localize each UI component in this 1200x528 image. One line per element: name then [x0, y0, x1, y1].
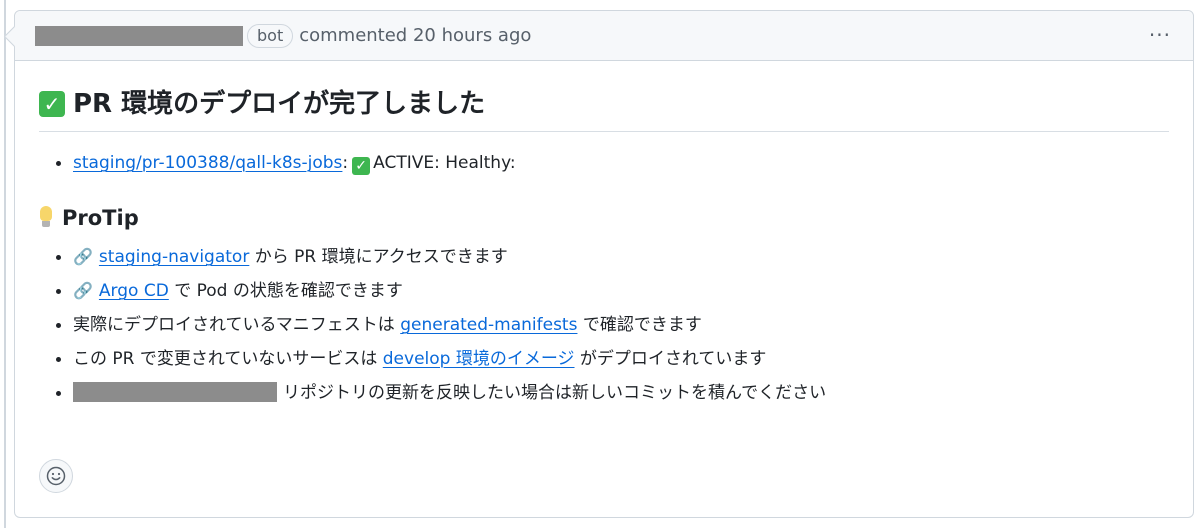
list-item: staging/pr-100388/qall-k8s-jobs: ✓ ACTIVE:…: [56, 146, 1169, 180]
list-item-text: から PR 環境にアクセスできます: [249, 247, 508, 267]
redacted-author-name: [35, 25, 243, 46]
list-item-text: この PR で変更されていないサービスは: [73, 349, 383, 369]
develop-image-link[interactable]: develop 環境のイメージ: [383, 349, 575, 369]
list-item-text: 実際にデプロイされているマニフェストは: [73, 315, 401, 335]
link-icon: 🔗: [73, 281, 93, 300]
add-reaction-button[interactable]: [39, 459, 73, 493]
list-item-text: で確認できます: [577, 315, 702, 335]
list-item-text: リポジトリの更新を反映したい場合は新しいコミットを積んでください: [283, 383, 827, 403]
comment-box: bot commented 20 hours ago ··· ✓ PR 環境のデ…: [3, 10, 1194, 518]
generated-manifests-link[interactable]: generated-manifests: [400, 315, 577, 335]
protip-heading-text: ProTip: [62, 206, 139, 230]
comment-timestamp[interactable]: commented 20 hours ago: [299, 25, 531, 47]
link-icon: 🔗: [73, 247, 93, 266]
list-item: 🔗 staging-navigator から PR 環境にアクセスできます: [56, 240, 1169, 274]
bot-badge: bot: [247, 23, 294, 48]
kebab-horizontal-icon[interactable]: ···: [1149, 23, 1171, 47]
list-item: 🔗 Argo CD で Pod の状態を確認できます: [56, 274, 1169, 308]
protip-heading: ProTip: [39, 206, 1169, 230]
argo-cd-link[interactable]: Argo CD: [99, 281, 169, 301]
protip-list: 🔗 staging-navigator から PR 環境にアクセスできます 🔗 Ar…: [39, 240, 1169, 410]
list-item: リポジトリの更新を反映したい場合は新しいコミットを積んでください: [56, 376, 1169, 410]
list-item: 実際にデプロイされているマニフェストは generated-manifests …: [56, 308, 1169, 342]
lightbulb-icon: [39, 206, 53, 230]
check-mark-icon: ✓: [352, 157, 371, 175]
status-text: ACTIVE: Healthy:: [373, 153, 516, 173]
status-list: staging/pr-100388/qall-k8s-jobs: ✓ ACTIVE:…: [39, 146, 1169, 180]
timeline-line: [4, 0, 6, 528]
staging-navigator-link[interactable]: staging-navigator: [99, 247, 249, 267]
list-item: この PR で変更されていないサービスは develop 環境のイメージ がデプ…: [56, 342, 1169, 376]
smiley-icon: [46, 466, 66, 486]
list-item-text: で Pod の状態を確認できます: [168, 281, 403, 301]
redacted-repository-name: [73, 382, 277, 402]
deployment-link[interactable]: staging/pr-100388/qall-k8s-jobs: [73, 153, 342, 173]
comment-header: bot commented 20 hours ago ···: [15, 11, 1193, 61]
check-mark-icon: ✓: [39, 91, 65, 117]
title-text: PR 環境のデプロイが完了しました: [73, 89, 486, 119]
list-item-text: がデプロイされています: [574, 349, 767, 369]
status-colon: :: [342, 153, 349, 173]
comment-body: ✓ PR 環境のデプロイが完了しました staging/pr-100388/qa…: [15, 87, 1193, 410]
comment-title: ✓ PR 環境のデプロイが完了しました: [39, 87, 1169, 132]
